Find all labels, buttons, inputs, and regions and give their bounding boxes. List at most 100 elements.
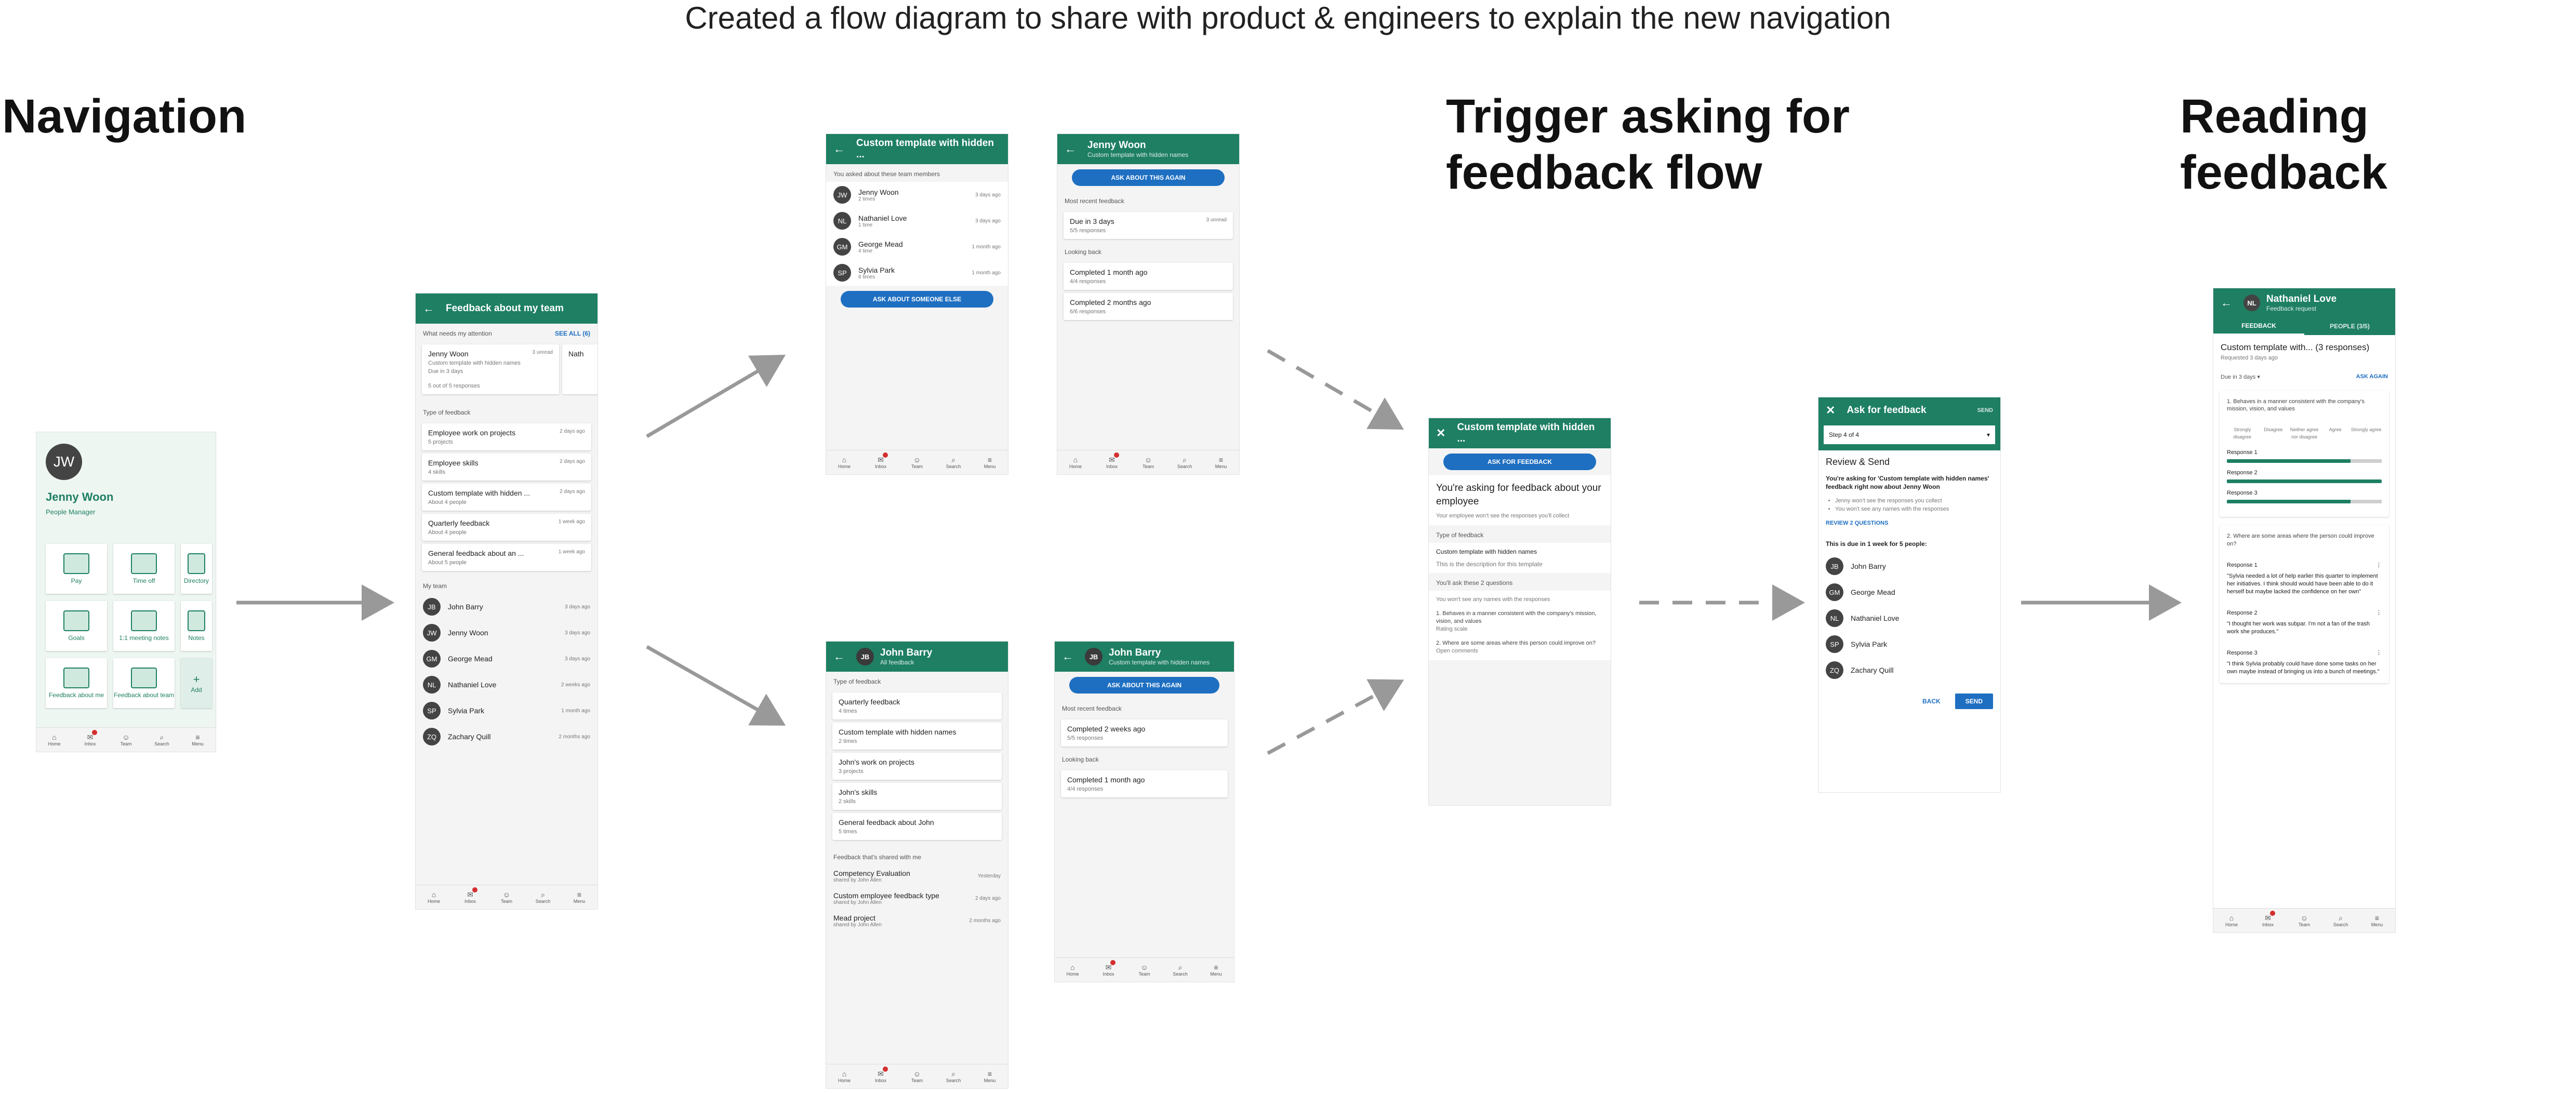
team-member-row[interactable]: NL Nathaniel Love 2 weeks ago bbox=[416, 672, 597, 698]
recent-card[interactable]: 3 unread Due in 3 days 5/5 responses bbox=[1064, 212, 1233, 239]
ask-again-button[interactable]: ASK ABOUT THIS AGAIN bbox=[1069, 677, 1219, 694]
tab-search[interactable]: ⌕ Search bbox=[935, 1064, 972, 1088]
ask-for-feedback-button[interactable]: ASK FOR FEEDBACK bbox=[1443, 454, 1596, 470]
attention-card[interactable]: 3 unread Jenny Woon Custom template with… bbox=[422, 344, 559, 394]
tile-feedback-about-team[interactable]: Feedback about team bbox=[113, 658, 175, 708]
tab-home[interactable]: ⌂ Home bbox=[826, 450, 862, 474]
list-item[interactable]: 2 days ago Employee work on projects 5 pro… bbox=[422, 423, 591, 450]
member-row[interactable]: NL Nathaniel Love 1 time 3 days ago bbox=[826, 208, 1008, 234]
tab-search[interactable]: ⌕ Search bbox=[1166, 450, 1203, 474]
list-item[interactable]: Quarterly feedback 4 times bbox=[832, 692, 1002, 719]
tab-team[interactable]: ☺ Team bbox=[1126, 958, 1162, 982]
tab-people[interactable]: PEOPLE (3/5) bbox=[2304, 317, 2395, 335]
tab-home[interactable]: ⌂ Home bbox=[826, 1064, 862, 1088]
see-all-link[interactable]: SEE ALL (6) bbox=[555, 330, 590, 337]
tab-team[interactable]: ☺ Team bbox=[2286, 909, 2322, 932]
tab-menu[interactable]: ≡ Menu bbox=[180, 728, 216, 752]
back-arrow-icon[interactable]: ← bbox=[1062, 650, 1073, 663]
tab-inbox[interactable]: ✉ Inbox bbox=[452, 885, 488, 909]
list-item[interactable]: General feedback about John 5 times bbox=[832, 813, 1002, 840]
due-select[interactable]: Due in 3 days ▾ bbox=[2221, 374, 2260, 380]
list-item[interactable]: 2 days ago Custom template with hidden ..… bbox=[422, 484, 591, 511]
tile-goals[interactable]: Goals bbox=[46, 601, 107, 651]
tab-team[interactable]: ☺ Team bbox=[899, 1064, 935, 1088]
member-row[interactable]: JW Jenny Woon 2 times 3 days ago bbox=[826, 182, 1008, 208]
history-card[interactable]: Completed 1 month ago 4/4 responses bbox=[1061, 770, 1228, 797]
shared-row[interactable]: Mead project shared by John Allen 2 months… bbox=[826, 910, 1008, 932]
member-row[interactable]: SP Sylvia Park 6 times 1 month ago bbox=[826, 260, 1008, 286]
home-icon: ⌂ bbox=[52, 733, 57, 741]
tab-menu[interactable]: ≡ Menu bbox=[972, 1064, 1008, 1088]
tab-search[interactable]: ⌕ Search bbox=[935, 450, 972, 474]
send-top-button[interactable]: SEND bbox=[1977, 407, 1993, 414]
history-card[interactable]: Completed 2 months ago 6/6 responses bbox=[1064, 293, 1233, 320]
team-member-row[interactable]: GM George Mead 3 days ago bbox=[416, 646, 597, 672]
tab-inbox[interactable]: ✉ Inbox bbox=[1094, 450, 1130, 474]
recent-card[interactable]: Completed 2 weeks ago 5/5 responses bbox=[1061, 719, 1228, 747]
more-vert-icon[interactable]: ⋮ bbox=[2376, 562, 2382, 569]
tile-meeting-notes[interactable]: 1:1 meeting notes bbox=[113, 601, 175, 651]
team-member-row[interactable]: JB John Barry 3 days ago bbox=[416, 594, 597, 620]
history-card[interactable]: Completed 1 month ago 4/4 responses bbox=[1064, 263, 1233, 290]
tile-pay[interactable]: Pay bbox=[46, 544, 107, 594]
list-item[interactable]: Custom template with hidden names 2 times bbox=[832, 723, 1002, 750]
tab-search[interactable]: ⌕ Search bbox=[2322, 909, 2359, 932]
list-item[interactable]: 1 week ago Quarterly feedback About 4 peop… bbox=[422, 514, 591, 541]
shared-row[interactable]: Custom employee feedback type shared by J… bbox=[826, 887, 1008, 910]
more-vert-icon[interactable]: ⋮ bbox=[2376, 609, 2382, 617]
tab-home[interactable]: ⌂ Home bbox=[416, 885, 452, 909]
tab-inbox[interactable]: ✉ Inbox bbox=[862, 1064, 899, 1088]
ask-someone-else-button[interactable]: ASK ABOUT SOMEONE ELSE bbox=[841, 291, 993, 308]
review-questions-link[interactable]: REVIEW 2 QUESTIONS bbox=[1826, 519, 1993, 527]
tile-add[interactable]: + Add bbox=[181, 658, 212, 708]
tab-feedback[interactable]: FEEDBACK bbox=[2213, 317, 2304, 335]
list-item[interactable]: John's skills 2 skills bbox=[832, 783, 1002, 810]
back-arrow-icon[interactable]: ← bbox=[423, 302, 434, 315]
send-button[interactable]: SEND bbox=[1955, 694, 1993, 709]
list-item[interactable]: John's work on projects 3 projects bbox=[832, 753, 1002, 780]
tab-menu[interactable]: ≡ Menu bbox=[561, 885, 597, 909]
tab-inbox[interactable]: ✉ Inbox bbox=[2250, 909, 2286, 932]
tab-inbox[interactable]: ✉ Inbox bbox=[72, 728, 108, 752]
tab-search[interactable]: ⌕ Search bbox=[144, 728, 180, 752]
step-select[interactable]: Step 4 of 4 ▾ bbox=[1824, 425, 1995, 444]
tab-team[interactable]: ☺ Team bbox=[1130, 450, 1166, 474]
tab-menu[interactable]: ≡ Menu bbox=[972, 450, 1008, 474]
more-vert-icon[interactable]: ⋮ bbox=[2376, 649, 2382, 657]
tab-inbox[interactable]: ✉ Inbox bbox=[862, 450, 899, 474]
tab-search[interactable]: ⌕ Search bbox=[525, 885, 561, 909]
back-button[interactable]: BACK bbox=[1922, 698, 1941, 705]
tab-team[interactable]: ☺ Team bbox=[108, 728, 144, 752]
tab-menu[interactable]: ≡ Menu bbox=[2359, 909, 2395, 932]
tab-home[interactable]: ⌂ Home bbox=[36, 728, 72, 752]
tab-home[interactable]: ⌂ Home bbox=[1057, 450, 1094, 474]
tab-menu[interactable]: ≡ Menu bbox=[1198, 958, 1234, 982]
close-icon[interactable]: ✕ bbox=[1436, 426, 1445, 440]
tile-notes[interactable]: Notes bbox=[181, 601, 212, 651]
tab-home[interactable]: ⌂ Home bbox=[1055, 958, 1091, 982]
tile-directory[interactable]: Directory bbox=[181, 544, 212, 594]
back-arrow-icon[interactable]: ← bbox=[833, 142, 845, 156]
tab-menu[interactable]: ≡ Menu bbox=[1203, 450, 1239, 474]
tab-inbox[interactable]: ✉ Inbox bbox=[1091, 958, 1126, 982]
back-arrow-icon[interactable]: ← bbox=[1065, 142, 1076, 156]
team-member-row[interactable]: JW Jenny Woon 3 days ago bbox=[416, 620, 597, 646]
tile-feedback-about-me[interactable]: Feedback about me bbox=[46, 658, 107, 708]
shared-row[interactable]: Competency Evaluation shared by John Alle… bbox=[826, 865, 1008, 887]
team-member-row[interactable]: ZQ Zachary Quill 2 months ago bbox=[416, 724, 597, 750]
tab-home[interactable]: ⌂ Home bbox=[2213, 909, 2250, 932]
list-item[interactable]: 2 days ago Employee skills 4 skills bbox=[422, 454, 591, 481]
team-member-row[interactable]: SP Sylvia Park 1 month ago bbox=[416, 698, 597, 724]
member-row[interactable]: GM George Mead 4 time 1 month ago bbox=[826, 234, 1008, 260]
tab-team[interactable]: ☺ Team bbox=[899, 450, 935, 474]
close-icon[interactable]: ✕ bbox=[1826, 404, 1835, 417]
back-arrow-icon[interactable]: ← bbox=[833, 650, 845, 663]
tile-time-off[interactable]: Time off bbox=[113, 544, 175, 594]
tab-search[interactable]: ⌕ Search bbox=[1162, 958, 1198, 982]
tab-team[interactable]: ☺ Team bbox=[488, 885, 525, 909]
ask-again-link[interactable]: ASK AGAIN bbox=[2356, 374, 2388, 380]
ask-again-button[interactable]: ASK ABOUT THIS AGAIN bbox=[1072, 169, 1225, 186]
list-item[interactable]: 1 week ago General feedback about an ... A… bbox=[422, 544, 591, 571]
back-arrow-icon[interactable]: ← bbox=[2221, 296, 2232, 310]
attention-card-peek[interactable]: Nath bbox=[562, 344, 597, 394]
